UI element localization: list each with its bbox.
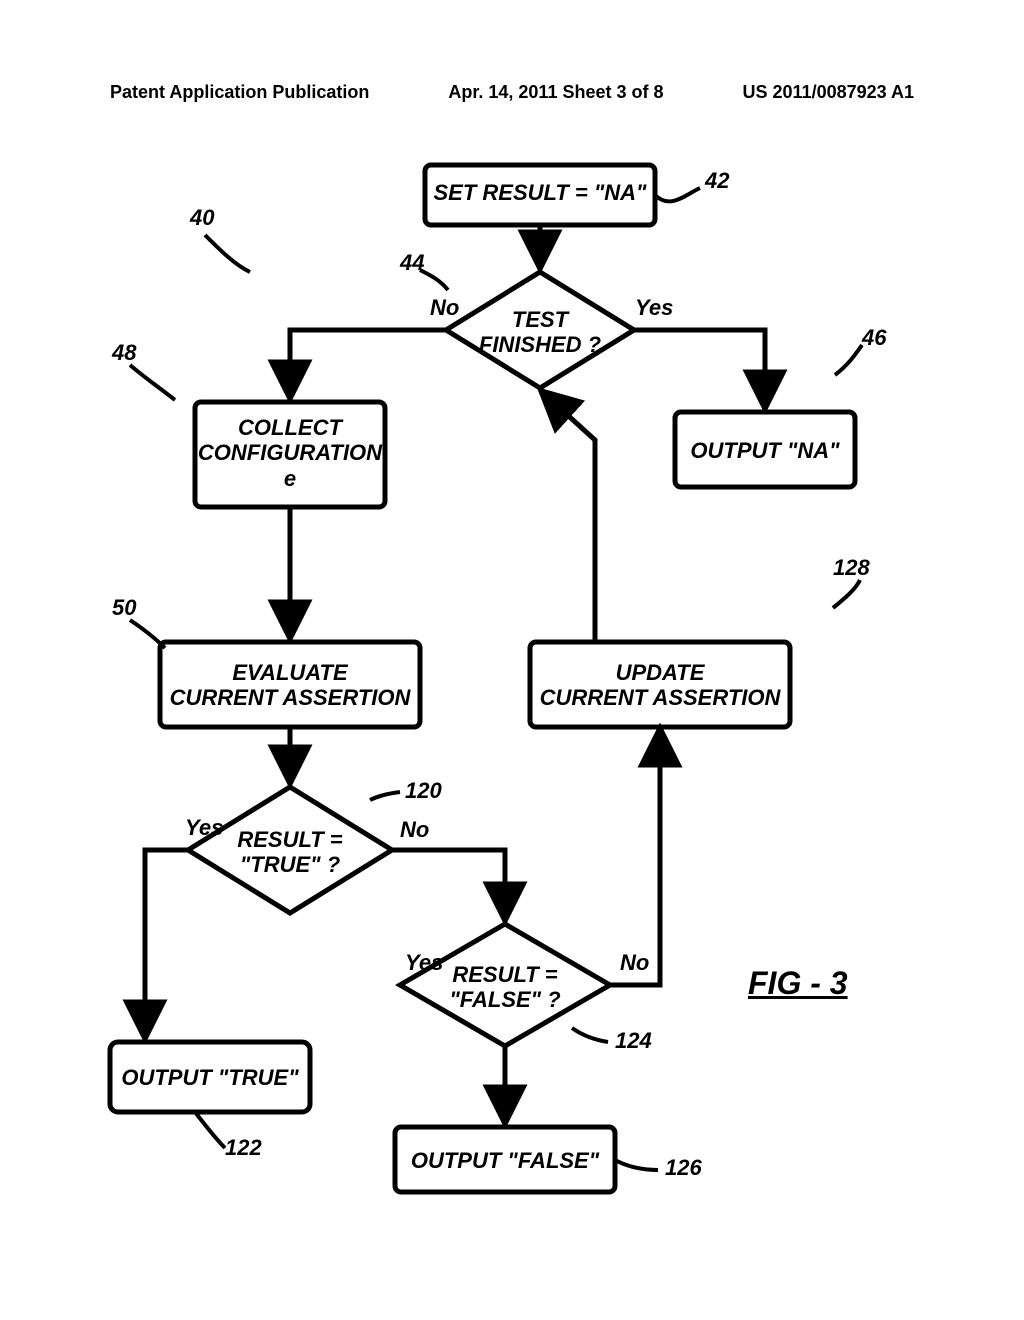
node-output-false: OUTPUT "FALSE" — [395, 1148, 615, 1173]
edge-test-no: No — [430, 295, 459, 321]
ref-48: 48 — [112, 340, 136, 366]
figure-label: FIG - 3 — [748, 965, 848, 1002]
ref-128: 128 — [833, 555, 870, 581]
node-result-true: RESULT = "TRUE" ? — [218, 827, 362, 878]
node-update-assertion: UPDATE CURRENT ASSERTION — [530, 660, 790, 711]
ref-124: 124 — [615, 1028, 652, 1054]
node-output-true: OUTPUT "TRUE" — [110, 1065, 310, 1090]
ref-46: 46 — [862, 325, 886, 351]
edge-true-yes: Yes — [185, 815, 223, 841]
node-test-finished: TEST FINISHED ? — [468, 307, 612, 358]
node-collect-config: COLLECT CONFIGURATION e — [195, 415, 385, 491]
edge-true-no: No — [400, 817, 429, 843]
ref-122: 122 — [225, 1135, 262, 1161]
ref-120: 120 — [405, 778, 442, 804]
ref-40: 40 — [190, 205, 214, 231]
ref-50: 50 — [112, 595, 136, 621]
edge-false-yes: Yes — [405, 950, 443, 976]
node-evaluate-assertion: EVALUATE CURRENT ASSERTION — [160, 660, 420, 711]
edge-test-yes: Yes — [635, 295, 673, 321]
ref-42: 42 — [705, 168, 729, 194]
ref-126: 126 — [665, 1155, 702, 1181]
node-result-false: RESULT = "FALSE" ? — [430, 962, 580, 1013]
node-set-result-na: SET RESULT = "NA" — [425, 180, 655, 205]
node-output-na: OUTPUT "NA" — [675, 438, 855, 463]
ref-44: 44 — [400, 250, 424, 276]
edge-false-no: No — [620, 950, 649, 976]
